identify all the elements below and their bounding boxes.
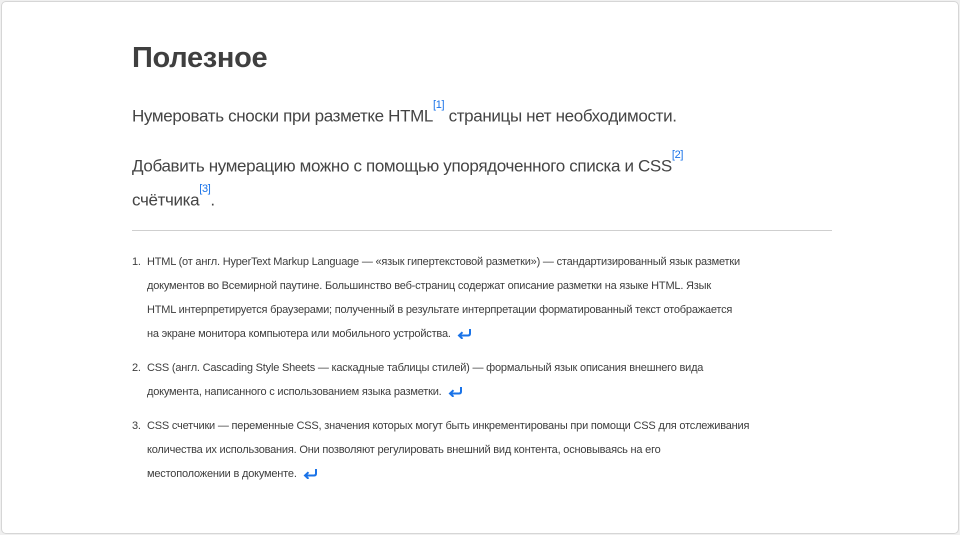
footnote-item: 3. CSS счетчики — переменные CSS, значени… xyxy=(132,414,749,486)
footnote-text: HTML (от англ. HyperText Markup Language… xyxy=(147,256,740,268)
paragraph-text: . xyxy=(210,190,215,210)
footnote-text: местоположении в документе. xyxy=(147,468,297,480)
paragraph-text: Добавить нумерацию можно с помощью упоря… xyxy=(132,156,672,176)
footnote-text: количества их использования. Они позволя… xyxy=(147,444,661,456)
footnote-line: документов во Всемирной паутине. Большин… xyxy=(147,274,740,298)
footnote-text: CSS (англ. Cascading Style Sheets — каск… xyxy=(147,362,704,374)
paragraph-text: счётчика xyxy=(132,190,200,210)
footnote-line: количества их использования. Они позволя… xyxy=(147,438,749,462)
footnote-number: 1. xyxy=(132,256,141,268)
footnote-ref-3[interactable]: [3] xyxy=(199,183,211,195)
footnote-text: документов во Всемирной паутине. Большин… xyxy=(147,280,711,292)
paragraph-text: страницы нет необходимости. xyxy=(444,106,677,126)
footnote-line: местоположении в документе. xyxy=(147,462,749,486)
footnote-text: HTML интерпретируется браузерами; получе… xyxy=(147,304,733,316)
divider xyxy=(132,230,832,231)
footnote-text: на экране монитора компьютера или мобиль… xyxy=(147,328,451,340)
return-arrow-icon[interactable] xyxy=(448,382,463,406)
footnote-line: HTML интерпретируется браузерами; получе… xyxy=(147,298,740,322)
content-card: Полезное Нумеровать сноски при разметке … xyxy=(1,1,959,534)
paragraph-2: Добавить нумерацию можно с помощью упоря… xyxy=(132,147,683,214)
footnote-line: CSS (англ. Cascading Style Sheets — каск… xyxy=(147,356,703,380)
footnote-item: 1. HTML (от англ. HyperText Markup Langua… xyxy=(132,250,740,346)
footnote-text: документа, написанного с использованием … xyxy=(147,386,442,398)
footnote-ref-2[interactable]: [2] xyxy=(672,149,684,161)
paragraph-1: Нумеровать сноски при разметке HTML[1] с… xyxy=(132,100,677,127)
footnote-ref-1[interactable]: [1] xyxy=(433,99,445,111)
footnote-line: HTML (от англ. HyperText Markup Language… xyxy=(147,250,740,274)
paragraph-text: Нумеровать сноски при разметке HTML xyxy=(132,106,434,126)
footnote-line: CSS счетчики — переменные CSS, значения … xyxy=(147,414,749,438)
return-arrow-icon[interactable] xyxy=(457,324,472,348)
footnote-item: 2. CSS (англ. Cascading Style Sheets — ка… xyxy=(132,356,703,404)
page-title: Полезное xyxy=(132,42,268,74)
footnote-number: 3. xyxy=(132,420,141,432)
return-arrow-icon[interactable] xyxy=(303,464,318,488)
footnote-text: CSS счетчики — переменные CSS, значения … xyxy=(147,420,750,432)
footnote-line: на экране монитора компьютера или мобиль… xyxy=(147,322,740,346)
footnote-number: 2. xyxy=(132,362,141,374)
footnote-line: документа, написанного с использованием … xyxy=(147,380,703,404)
